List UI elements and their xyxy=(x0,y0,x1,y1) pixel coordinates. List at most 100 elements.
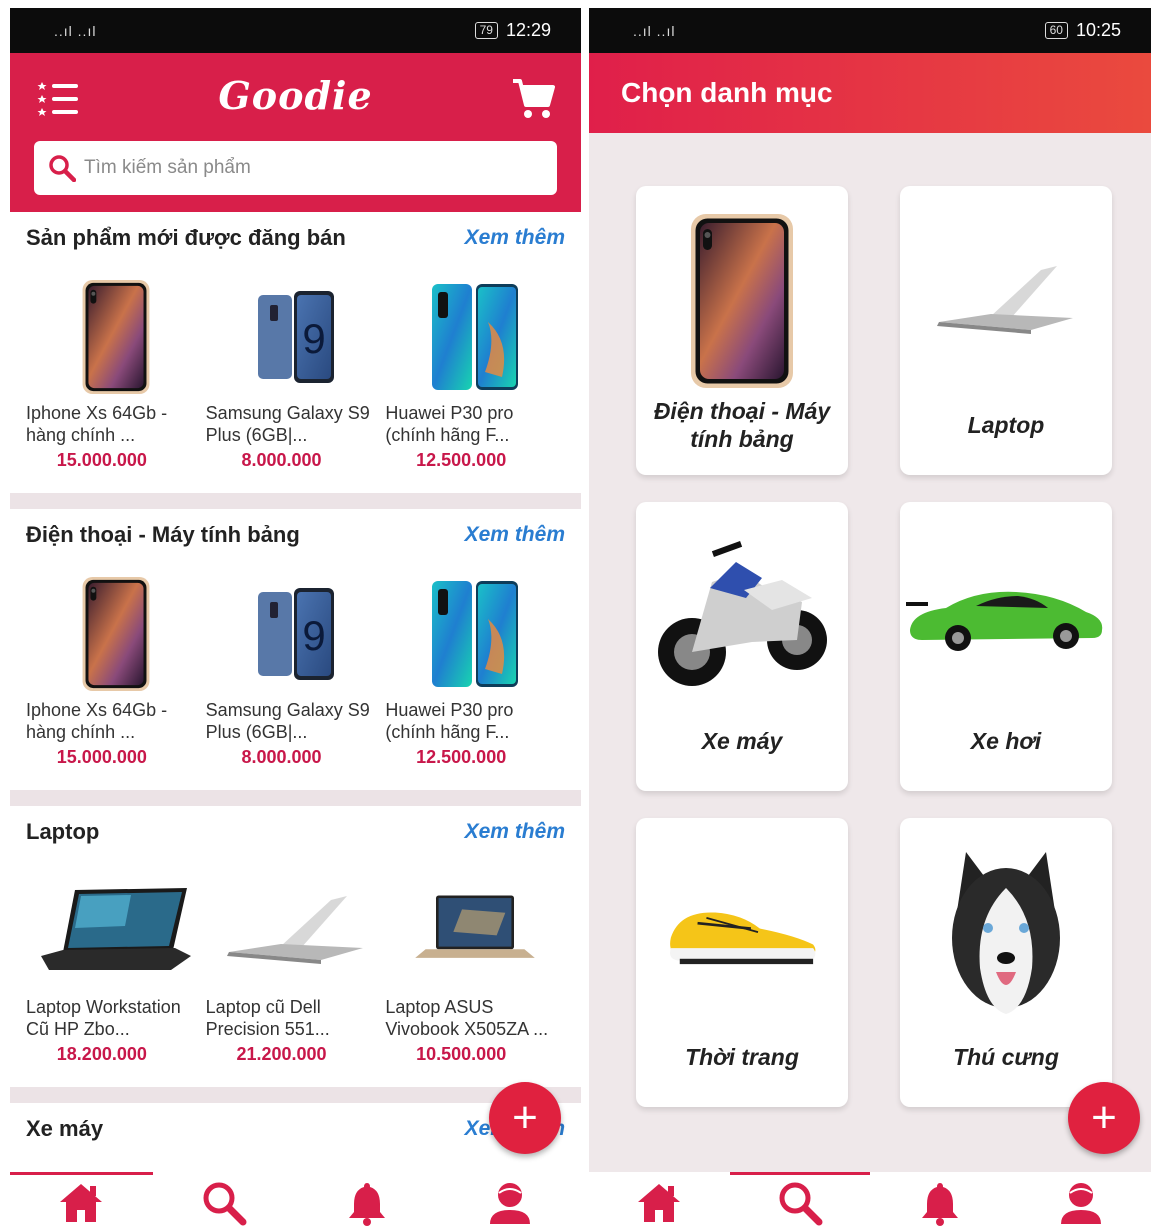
nav-notifications[interactable] xyxy=(870,1172,1011,1230)
see-more-link[interactable]: Xem thêm xyxy=(465,820,565,844)
product-name: Samsung Galaxy S9 Plus (6GB|... xyxy=(205,700,370,742)
product-image xyxy=(26,272,206,402)
product-card[interactable]: Iphone Xs 64Gb - hàng chính ... 15.000.0… xyxy=(26,569,206,768)
product-name: Laptop cũ Dell Precision 551... xyxy=(205,997,330,1039)
product-card[interactable]: Laptop Workstation Cũ HP Zbo... 18.200.0… xyxy=(26,866,206,1065)
search-icon xyxy=(779,1182,823,1226)
product-image xyxy=(26,569,206,699)
category-label: Xe máy xyxy=(701,728,783,754)
car-image xyxy=(900,522,1112,712)
add-button[interactable]: + xyxy=(489,1082,561,1154)
product-price: 12.500.000 xyxy=(416,747,507,767)
bottom-nav xyxy=(10,1172,581,1230)
battery-icon: 79 xyxy=(474,22,498,39)
see-more-link[interactable]: Xem thêm xyxy=(465,523,565,547)
nav-home[interactable] xyxy=(10,1172,153,1230)
category-card-motorbike[interactable]: Xe máy xyxy=(636,502,848,791)
phone-image xyxy=(636,206,848,396)
app-header: Goodie xyxy=(10,53,581,212)
home-screen: ..ıl ..ıl 79 12:29 Goodie Tìm kiếm sản p… xyxy=(10,8,581,1230)
product-price: 15.000.000 xyxy=(56,747,147,767)
product-card[interactable]: Samsung Galaxy S9 Plus (6GB|... 8.000.00… xyxy=(206,569,386,768)
product-name: Huawei P30 pro (chính hãng F... xyxy=(385,700,514,742)
product-price: 21.200.000 xyxy=(236,1044,327,1064)
category-label: Điện thoại - Máy tính bảng xyxy=(653,398,831,452)
product-price: 10.500.000 xyxy=(416,1044,507,1064)
product-image xyxy=(26,866,206,996)
product-name: Laptop ASUS Vivobook X505ZA ... xyxy=(385,997,549,1039)
section-laptop: Laptop Xem thêm Laptop Workstation Cũ HP… xyxy=(10,806,581,1087)
search-icon xyxy=(203,1182,247,1226)
product-name: Samsung Galaxy S9 Plus (6GB|... xyxy=(205,403,370,445)
category-card-laptop[interactable]: Laptop xyxy=(900,186,1112,475)
nav-notifications[interactable] xyxy=(296,1172,439,1230)
product-image xyxy=(385,569,565,699)
nav-home[interactable] xyxy=(589,1172,730,1230)
bell-icon xyxy=(348,1183,385,1226)
bottom-nav xyxy=(589,1172,1151,1230)
section-new-products: Sản phẩm mới được đăng bán Xem thêm Ipho… xyxy=(10,212,581,493)
product-image xyxy=(206,569,386,699)
product-price: 15.000.000 xyxy=(56,450,147,470)
product-name: Huawei P30 pro (chính hãng F... xyxy=(385,403,514,445)
category-label: Thú cưng xyxy=(953,1044,1059,1070)
product-image xyxy=(385,272,565,402)
category-card-pets[interactable]: Thú cưng xyxy=(900,818,1112,1107)
product-card[interactable]: Laptop cũ Dell Precision 551... 21.200.0… xyxy=(206,866,386,1065)
product-name: Iphone Xs 64Gb - hàng chính ... xyxy=(26,403,168,445)
product-card[interactable]: Huawei P30 pro (chính hãng F... 12.500.0… xyxy=(385,569,565,768)
see-more-link[interactable]: Xem thêm xyxy=(465,226,565,250)
category-header: Chọn danh mục xyxy=(589,53,1151,133)
plus-icon: + xyxy=(1091,1093,1117,1142)
category-label: Thời trang xyxy=(685,1044,799,1070)
add-button[interactable]: + xyxy=(1068,1082,1140,1154)
section-title: Laptop xyxy=(26,819,100,844)
category-label: Xe hơi xyxy=(970,728,1042,754)
product-name: Laptop Workstation Cũ HP Zbo... xyxy=(26,997,181,1039)
category-label: Laptop xyxy=(967,412,1045,438)
search-bar[interactable] xyxy=(34,141,557,195)
product-card[interactable]: Laptop ASUS Vivobook X505ZA ... 10.500.0… xyxy=(385,866,565,1065)
section-divider xyxy=(10,790,581,806)
dog-image xyxy=(900,838,1112,1028)
page-title: Chọn danh mục xyxy=(621,77,833,108)
bell-icon xyxy=(922,1183,959,1226)
category-card-car[interactable]: Xe hơi xyxy=(900,502,1112,791)
status-bar: ..ıl ..ıl 79 12:29 xyxy=(10,8,581,53)
product-price: 18.200.000 xyxy=(56,1044,147,1064)
category-card-phone[interactable]: Điện thoại - Máy tính bảng xyxy=(636,186,848,475)
signal-icons: ..ıl ..ıl xyxy=(54,22,97,39)
product-name: Iphone Xs 64Gb - hàng chính ... xyxy=(26,700,168,742)
motorbike-image xyxy=(636,522,848,712)
product-image xyxy=(206,866,386,996)
category-screen: ..ıl ..ıl 60 10:25 Chọn danh mục Điện th… xyxy=(589,8,1151,1230)
nav-search[interactable] xyxy=(153,1172,296,1230)
user-icon xyxy=(1060,1183,1101,1224)
sneaker-image xyxy=(636,838,848,1028)
plus-icon: + xyxy=(512,1093,538,1142)
section-divider xyxy=(10,493,581,509)
status-bar: ..ıl ..ıl 60 10:25 xyxy=(589,8,1151,53)
product-image xyxy=(385,866,565,996)
home-icon xyxy=(638,1184,681,1222)
battery-icon: 60 xyxy=(1044,22,1068,39)
signal-icons: ..ıl ..ıl xyxy=(633,22,676,39)
section-title: Điện thoại - Máy tính bảng xyxy=(26,522,300,547)
product-image xyxy=(206,272,386,402)
nav-profile[interactable] xyxy=(1011,1172,1151,1230)
product-card[interactable]: Huawei P30 pro (chính hãng F... 12.500.0… xyxy=(385,272,565,471)
section-title: Sản phẩm mới được đăng bán xyxy=(26,225,346,250)
section-title: Xe máy xyxy=(26,1116,104,1141)
search-input[interactable] xyxy=(84,157,524,179)
laptop-image xyxy=(900,206,1112,396)
clock: 12:29 xyxy=(505,20,551,40)
product-card[interactable]: Iphone Xs 64Gb - hàng chính ... 15.000.0… xyxy=(26,272,206,471)
section-phones: Điện thoại - Máy tính bảng Xem thêm Ipho… xyxy=(10,509,581,790)
nav-profile[interactable] xyxy=(438,1172,581,1230)
clock: 10:25 xyxy=(1075,20,1121,40)
nav-search[interactable] xyxy=(729,1172,871,1230)
cart-icon[interactable] xyxy=(511,77,555,121)
product-card[interactable]: Samsung Galaxy S9 Plus (6GB|... 8.000.00… xyxy=(206,272,386,471)
category-card-fashion[interactable]: Thời trang xyxy=(636,818,848,1107)
user-icon xyxy=(489,1183,530,1224)
